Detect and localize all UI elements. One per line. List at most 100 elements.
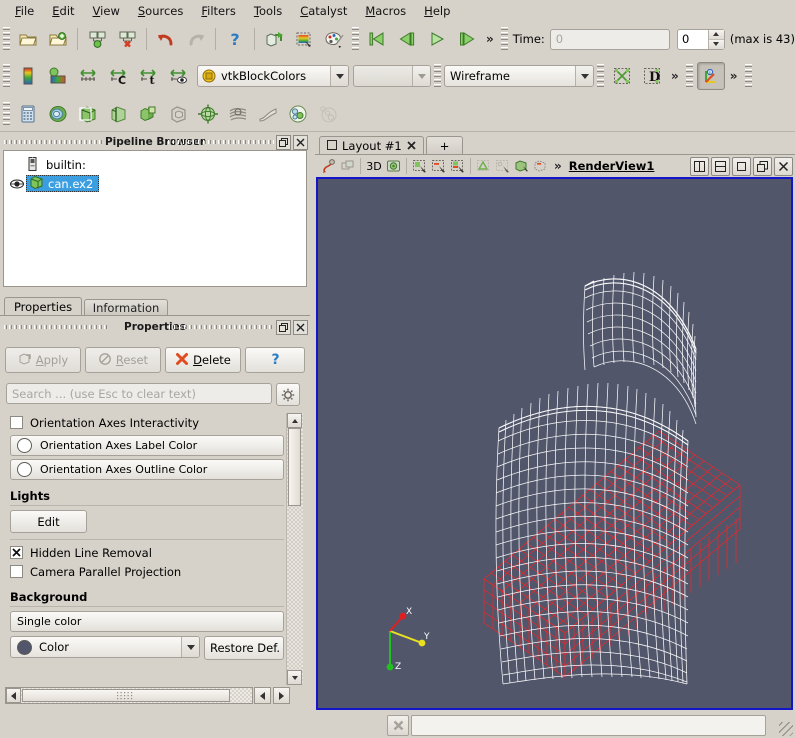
toolbar-grip[interactable] (500, 27, 508, 51)
lights-edit-button[interactable]: Edit (10, 510, 87, 533)
3d-toggle-button[interactable]: 3D (364, 157, 384, 176)
chevron-down-icon[interactable] (330, 66, 348, 86)
capture-screenshot-icon[interactable] (290, 25, 318, 53)
render-view[interactable]: Z Y X (316, 177, 793, 710)
color-legend-icon[interactable] (14, 62, 42, 90)
select-cells-through-icon[interactable] (448, 157, 467, 176)
hidden-line-removal-checkbox[interactable] (10, 546, 23, 559)
view-toolbar-overflow-button[interactable]: » (554, 159, 562, 173)
search-input[interactable]: Search ... (use Esc to clear text) (6, 383, 272, 404)
properties-help-button[interactable]: ? (245, 347, 305, 373)
toolbar-grip[interactable] (3, 64, 10, 88)
resize-grip[interactable] (779, 722, 793, 736)
tab-layout-1[interactable]: Layout #1 (319, 136, 424, 155)
frame-value[interactable]: 0 (678, 30, 708, 49)
orientation-axes-interactivity-row[interactable]: Orientation Axes Interactivity (4, 413, 286, 432)
chevron-down-icon[interactable] (181, 637, 199, 657)
hover-cells-icon[interactable] (512, 157, 531, 176)
pipeline-browser-list[interactable]: builtin: can.ex2 (3, 150, 307, 287)
recent-files-icon[interactable] (44, 25, 72, 53)
interactive-select-points-icon[interactable] (338, 157, 357, 176)
float-panel-icon[interactable] (276, 135, 291, 150)
tab-information[interactable]: Information (84, 299, 168, 315)
threshold-filter-icon[interactable] (134, 100, 162, 128)
save-state-icon[interactable] (83, 25, 111, 53)
delete-button[interactable]: Delete (165, 347, 241, 373)
properties-vscrollbar[interactable] (286, 413, 303, 685)
camera-reset-icon[interactable] (384, 157, 403, 176)
close-panel-icon[interactable] (293, 320, 308, 335)
glyph-filter-icon[interactable] (194, 100, 222, 128)
scroll-down-button[interactable] (287, 670, 302, 685)
warp-filter-icon[interactable] (254, 100, 282, 128)
show-center-axes-icon[interactable] (608, 62, 636, 90)
close-view-icon[interactable] (774, 156, 793, 176)
undo-icon[interactable] (152, 25, 180, 53)
apply-button[interactable]: Apply (5, 347, 81, 373)
redo-icon[interactable] (182, 25, 210, 53)
menu-macros[interactable]: Macros (356, 1, 415, 21)
camera-parallel-projection-checkbox[interactable] (10, 565, 23, 578)
hover-points-icon[interactable] (531, 157, 550, 176)
split-vertical-icon[interactable] (711, 156, 730, 176)
rescale-custom-range-icon[interactable]: C (104, 62, 132, 90)
contour-filter-icon[interactable] (44, 100, 72, 128)
data-axes-grid-icon[interactable]: D (638, 62, 666, 90)
abort-icon[interactable] (387, 714, 409, 736)
frame-down-button[interactable] (708, 39, 724, 49)
color-array-combo[interactable]: vtkBlockColors (197, 65, 349, 87)
float-panel-icon[interactable] (276, 320, 291, 335)
menu-view[interactable]: View (84, 1, 129, 21)
panel-drag-handle[interactable] (4, 140, 104, 144)
close-panel-icon[interactable] (293, 135, 308, 150)
frame-up-button[interactable] (708, 29, 724, 40)
representation-combo[interactable]: Wireframe (444, 65, 594, 87)
background-mode-combo[interactable]: Single color (10, 611, 284, 632)
center-axes-visibility-icon[interactable]: i (696, 62, 725, 90)
scroll-left-button[interactable] (6, 688, 21, 703)
camera-parallel-projection-row[interactable]: Camera Parallel Projection (4, 562, 286, 581)
pipeline-item-can[interactable]: can.ex2 (26, 175, 100, 192)
orientation-axes-interactivity-checkbox[interactable] (10, 416, 23, 429)
scroll-thumb[interactable] (288, 428, 301, 506)
interactive-select-icon[interactable] (319, 157, 338, 176)
stream-tracer-filter-icon[interactable] (224, 100, 252, 128)
menu-sources[interactable]: Sources (129, 1, 193, 21)
slice-filter-icon[interactable] (104, 100, 132, 128)
first-frame-icon[interactable] (363, 25, 391, 53)
clip-filter-icon[interactable] (74, 100, 102, 128)
restore-default-button[interactable]: Restore Def. (204, 636, 284, 660)
background-color-combo[interactable]: Color (10, 636, 200, 658)
toolbar-grip[interactable] (3, 27, 10, 51)
select-frustum-icon[interactable] (474, 157, 493, 176)
menu-edit[interactable]: Edit (43, 1, 83, 21)
new-layout-tab[interactable]: + (425, 136, 464, 155)
extract-level-filter-icon[interactable] (314, 100, 342, 128)
calculator-filter-icon[interactable] (14, 100, 42, 128)
rescale-to-data-range-icon[interactable] (74, 62, 102, 90)
next-frame-icon[interactable] (453, 25, 481, 53)
load-state-icon[interactable] (113, 25, 141, 53)
color-palette-icon[interactable] (320, 25, 348, 53)
close-tab-icon[interactable] (407, 139, 416, 153)
open-file-icon[interactable] (14, 25, 42, 53)
pipeline-item-row[interactable]: can.ex2 (4, 174, 306, 193)
select-points-icon[interactable] (429, 157, 448, 176)
panel-drag-handle[interactable] (168, 140, 274, 144)
toolbar-grip[interactable] (744, 64, 752, 88)
color-component-combo[interactable] (353, 65, 431, 87)
hscroll-left-step[interactable] (254, 687, 271, 704)
menu-help[interactable]: Help (415, 1, 459, 21)
connect-server-icon[interactable] (260, 25, 288, 53)
chevron-down-icon[interactable] (412, 66, 430, 86)
toolbar-grip[interactable] (434, 64, 441, 88)
hidden-line-removal-row[interactable]: Hidden Line Removal (4, 543, 286, 562)
play-icon[interactable] (423, 25, 451, 53)
maximize-view-icon[interactable] (732, 156, 751, 176)
chevron-down-icon[interactable] (575, 66, 593, 86)
rescale-temporal-range-icon[interactable]: t (134, 62, 162, 90)
menu-filters[interactable]: Filters (192, 1, 244, 21)
gear-icon[interactable] (276, 383, 300, 406)
properties-hscrollbar[interactable] (5, 687, 253, 704)
color-toolbar-overflow-button[interactable]: » (671, 69, 679, 83)
